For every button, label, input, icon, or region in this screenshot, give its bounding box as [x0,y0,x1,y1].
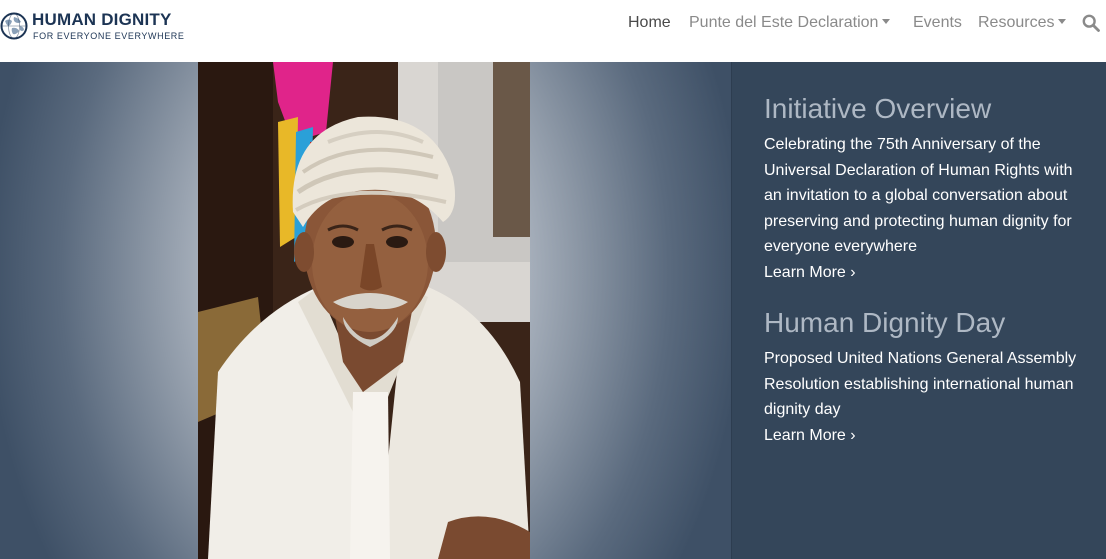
globe-icon [0,12,28,40]
human-dignity-day-heading: Human Dignity Day [764,307,1006,338]
initiative-overview-text: Celebrating the 75th Anniversary of the … [764,136,1073,256]
search-icon[interactable] [1082,14,1100,32]
portrait-photo [198,62,530,559]
info-panel: Initiative Overview Celebrating the 75th… [731,62,1106,559]
logo-title: HUMAN DIGNITY [32,10,172,29]
initiative-overview-section: Initiative Overview Celebrating the 75th… [764,92,1084,286]
nav-events-label: Events [913,14,962,31]
human-dignity-day-text: Proposed United Nations General Assembly… [764,350,1077,419]
nav-events[interactable]: Events [913,14,962,32]
nav-declaration-label: Punte del Este Declaration [689,14,879,31]
caret-down-icon [1058,19,1067,24]
nav-resources[interactable]: Resources [978,14,1067,32]
site-header: HUMAN DIGNITY FOR EVERYONE EVERYWHERE Ho… [0,0,1106,53]
nav-home[interactable]: Home [628,14,671,32]
initiative-overview-heading: Initiative Overview [764,93,992,124]
site-logo[interactable]: HUMAN DIGNITY FOR EVERYONE EVERYWHERE [0,8,200,44]
nav-resources-label: Resources [978,14,1055,31]
initiative-overview-learn-more-link[interactable]: Learn More › [764,260,1084,286]
human-dignity-day-learn-more-link[interactable]: Learn More › [764,423,1084,449]
nav-home-label: Home [628,14,671,31]
logo-tagline: FOR EVERYONE EVERYWHERE [33,31,185,41]
human-dignity-day-section: Human Dignity Day Proposed United Nation… [764,306,1084,448]
caret-down-icon [882,19,891,24]
hero-section: Initiative Overview Celebrating the 75th… [0,62,1106,559]
nav-punte-del-este-declaration[interactable]: Punte del Este Declaration [689,14,891,32]
